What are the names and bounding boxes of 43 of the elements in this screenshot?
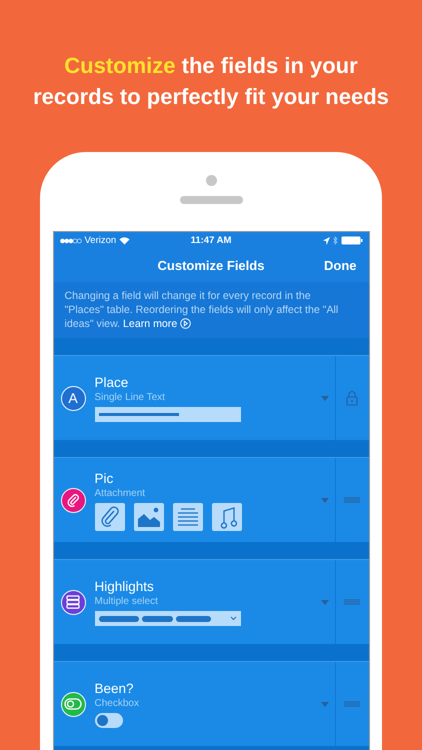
clock-time: 11:47 AM bbox=[190, 235, 232, 246]
wifi-icon bbox=[119, 236, 130, 244]
play-circle-icon bbox=[180, 318, 192, 329]
bluetooth-icon bbox=[332, 236, 338, 245]
field-card[interactable]: Highlights Multiple select bbox=[54, 560, 368, 644]
option-pill bbox=[142, 616, 172, 622]
battery-icon bbox=[340, 236, 362, 245]
speaker-icon bbox=[180, 196, 242, 204]
field-name: Highlights bbox=[94, 578, 155, 595]
drag-handle-icon[interactable] bbox=[344, 701, 360, 707]
learn-more-link[interactable]: Learn more bbox=[123, 318, 192, 330]
field-card[interactable]: Pic Attachment bbox=[54, 458, 368, 542]
field-card[interactable]: Been? Checkbox bbox=[54, 662, 368, 746]
caret-icon[interactable] bbox=[320, 600, 328, 604]
option-pill bbox=[176, 616, 210, 622]
field-name: Place bbox=[94, 374, 130, 391]
headline: Customize the fields in your records to perfectly fit your needs bbox=[32, 52, 390, 111]
done-button[interactable]: Done bbox=[324, 258, 356, 273]
field-type: Multiple select bbox=[94, 595, 159, 608]
field-type: Checkbox bbox=[94, 697, 140, 710]
field-type-icon: A bbox=[60, 386, 86, 410]
caret-icon[interactable] bbox=[320, 396, 328, 400]
music-note-icon bbox=[212, 502, 242, 530]
caret-icon[interactable] bbox=[320, 498, 328, 502]
image-icon bbox=[134, 502, 164, 530]
info-text: Changing a field will change it for every record in the "Places" table. Reordering the fields will only affect the "All ideas" view. Learn more bbox=[64, 289, 340, 331]
camera-icon bbox=[206, 175, 216, 186]
field-type: Attachment bbox=[94, 486, 146, 500]
drag-handle-icon[interactable] bbox=[344, 599, 360, 605]
signal-icon bbox=[60, 238, 82, 244]
option-pill bbox=[98, 616, 138, 622]
drag-handle-icon[interactable] bbox=[344, 497, 360, 503]
field-card[interactable]: A Place Single Line Text bbox=[54, 356, 368, 440]
field-name: Pic bbox=[94, 470, 114, 486]
field-type: Single Line Text bbox=[94, 391, 166, 404]
document-icon bbox=[172, 502, 202, 530]
location-icon bbox=[322, 236, 330, 244]
caret-icon[interactable] bbox=[320, 702, 328, 706]
field-name: Been? bbox=[94, 680, 135, 697]
carrier-label: Verizon bbox=[84, 235, 116, 246]
chevron-down-icon bbox=[230, 616, 236, 621]
screen-title: Customize Fields bbox=[158, 258, 264, 273]
paperclip-icon bbox=[94, 502, 124, 530]
